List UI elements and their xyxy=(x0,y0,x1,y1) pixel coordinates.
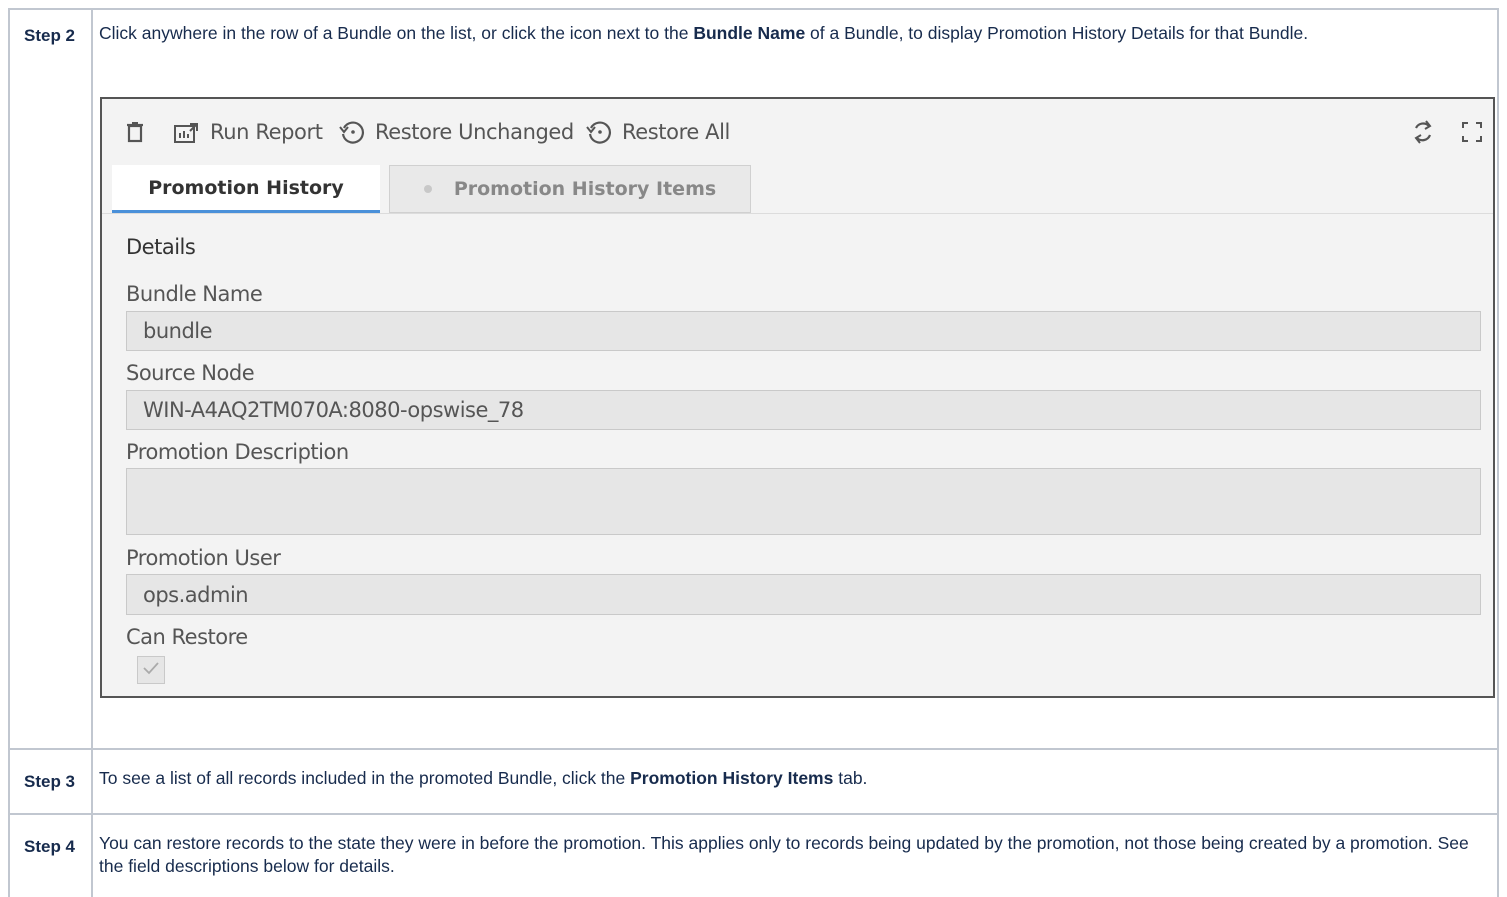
can-restore-label: Can Restore xyxy=(126,625,248,649)
step-text-bold: Bundle Name xyxy=(693,23,806,43)
checkmark-icon xyxy=(142,660,160,681)
step-text-pre: Click anywhere in the row of a Bundle on… xyxy=(99,23,694,43)
steps-table: Step 2 Click anywhere in the row of a Bu… xyxy=(0,0,1507,897)
step-label: Step 2 xyxy=(24,26,76,45)
tab-status-dot-icon xyxy=(423,185,432,193)
tab-promotion-history[interactable]: Promotion History xyxy=(112,165,380,213)
table-column-divider xyxy=(91,8,93,897)
restore-all-label: Restore All xyxy=(622,120,730,144)
fullscreen-button[interactable] xyxy=(1462,99,1482,165)
restore-icon xyxy=(339,119,365,145)
bundle-name-field[interactable]: bundle xyxy=(126,311,1481,351)
can-restore-checkbox[interactable] xyxy=(137,656,165,684)
promotion-history-details-panel: Run Report Restore Unchanged Restore All xyxy=(100,97,1495,698)
refresh-button[interactable] xyxy=(1412,99,1434,165)
row-divider xyxy=(8,748,1499,750)
promotion-description-label: Promotion Description xyxy=(126,440,349,464)
run-report-label: Run Report xyxy=(210,120,323,144)
bundle-name-label: Bundle Name xyxy=(126,282,263,306)
row-divider xyxy=(8,813,1499,815)
table-left-border xyxy=(8,8,10,897)
refresh-icon xyxy=(1412,119,1434,145)
table-right-border xyxy=(1497,8,1499,897)
toolbar: Run Report Restore Unchanged Restore All xyxy=(102,99,1493,165)
restore-all-button[interactable]: Restore All xyxy=(586,99,730,165)
delete-button[interactable] xyxy=(126,99,144,165)
promotion-description-field[interactable] xyxy=(126,468,1481,535)
chart-report-icon xyxy=(174,121,200,143)
tab-bar: Promotion History Promotion History Item… xyxy=(102,165,1493,213)
step-label: Step 4 xyxy=(24,837,76,856)
step-text-post: of a Bundle, to display Promotion Histor… xyxy=(805,23,1309,43)
step-label: Step 3 xyxy=(24,772,76,791)
trash-icon xyxy=(126,121,144,143)
run-report-button[interactable]: Run Report xyxy=(174,99,323,165)
step-text-post: tab. xyxy=(833,768,868,788)
source-node-field[interactable]: WIN-A4AQ2TM070A:8080-opswise_78 xyxy=(126,390,1481,430)
step-description: You can restore records to the state the… xyxy=(99,833,1469,876)
step-text-pre: To see a list of all records included in… xyxy=(99,768,631,788)
tab-divider xyxy=(102,213,1493,214)
restore-icon xyxy=(586,119,612,145)
restore-unchanged-label: Restore Unchanged xyxy=(375,120,574,144)
source-node-label: Source Node xyxy=(126,361,255,385)
promotion-user-label: Promotion User xyxy=(126,546,281,570)
step-description: Click anywhere in the row of a Bundle on… xyxy=(99,22,1494,45)
details-section-title: Details xyxy=(126,235,196,259)
tab-promotion-history-items-label: Promotion History Items xyxy=(453,178,717,200)
tab-promotion-history-items[interactable]: Promotion History Items xyxy=(389,165,751,213)
expand-icon xyxy=(1462,122,1482,142)
step-description: To see a list of all records included in… xyxy=(99,767,1494,790)
step-text-bold: Promotion History Items xyxy=(630,768,834,788)
restore-unchanged-button[interactable]: Restore Unchanged xyxy=(339,99,574,165)
promotion-user-field[interactable]: ops.admin xyxy=(126,574,1481,615)
table-top-border xyxy=(8,8,1499,10)
